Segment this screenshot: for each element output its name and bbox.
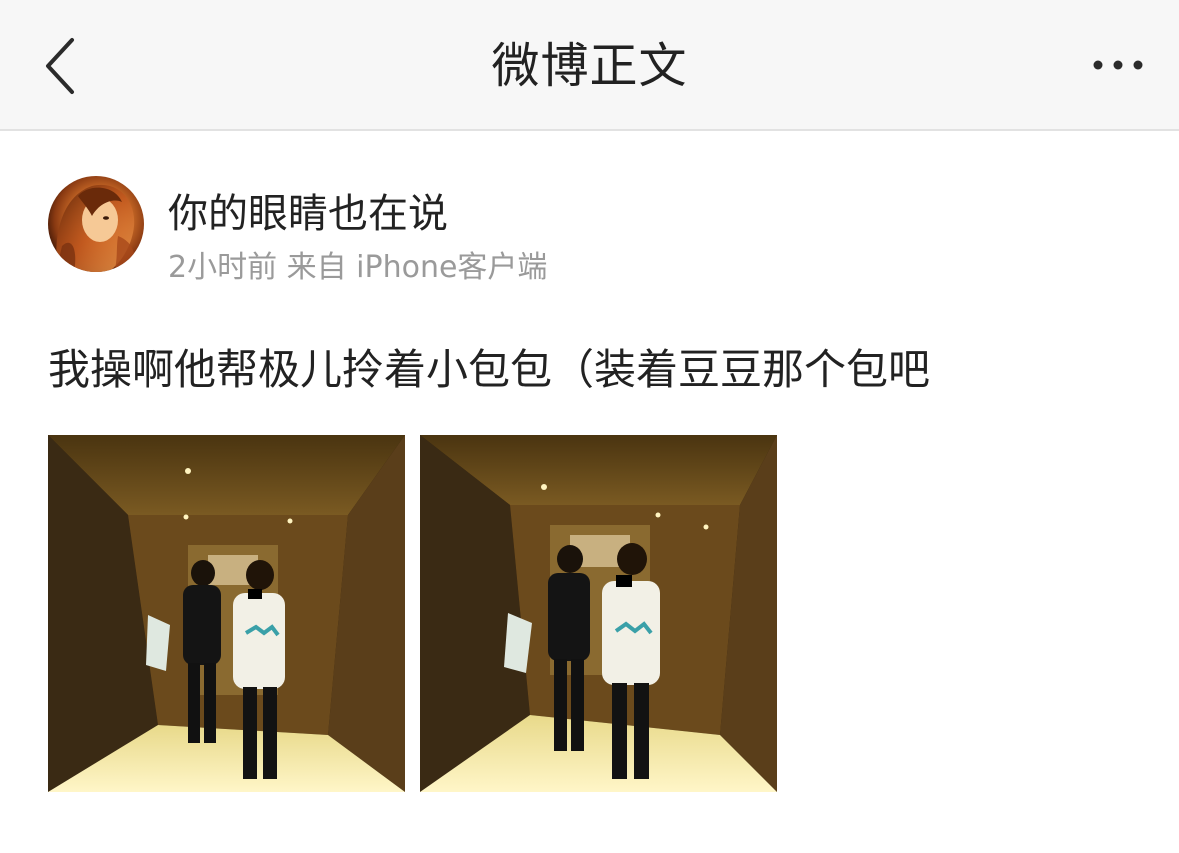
avatar[interactable]	[48, 176, 144, 272]
post-header: 你的眼睛也在说 2小时前 来自 iPhone客户端	[48, 176, 1148, 286]
more-options-button[interactable]	[1080, 40, 1160, 90]
post-text: 我操啊他帮极儿拎着小包包（装着豆豆那个包吧	[48, 345, 931, 394]
post-image-2[interactable]	[420, 435, 777, 792]
page-title: 微博正文	[491, 38, 688, 94]
more-dots-icon	[1093, 60, 1143, 70]
post-image-1[interactable]	[48, 435, 405, 792]
post-meta: 2小时前 来自 iPhone客户端	[168, 250, 548, 285]
author-name[interactable]: 你的眼睛也在说	[168, 188, 448, 240]
navigation-bar: 微博正文	[0, 0, 1179, 131]
